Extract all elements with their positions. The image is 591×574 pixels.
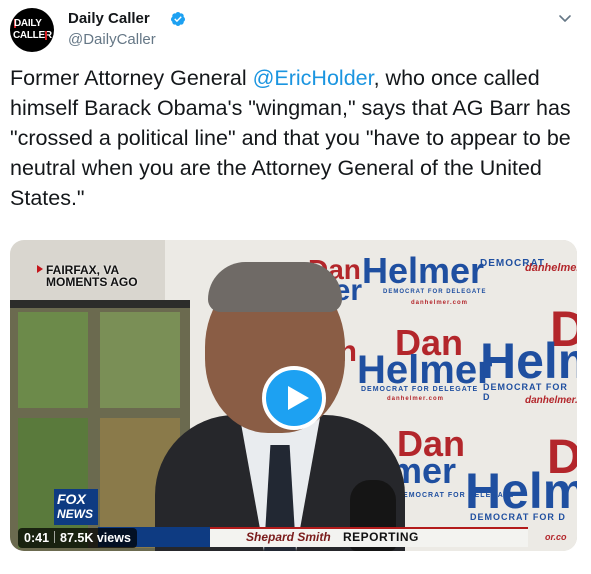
poster-text: DEMOCRAT FOR D [470, 512, 566, 522]
video-stats: 0:41 87.5K views [18, 528, 137, 548]
video-player[interactable]: Dan mer Helmer DEMOCRAT FOR DELEGATE dan… [10, 240, 577, 551]
tweet-text: Former Attorney General @EricHolder, who… [10, 63, 581, 213]
poster-text: or.co [545, 532, 567, 542]
tweet-text-start: Former Attorney General [10, 66, 253, 90]
account-handle[interactable]: @DailyCaller [68, 31, 156, 48]
avatar-text-line1: DAILY [14, 18, 42, 29]
window-pane [18, 312, 88, 408]
network-logo: FOX NEWS [54, 489, 98, 525]
anchor-suffix: REPORTING [343, 530, 419, 544]
window-frame [10, 300, 190, 308]
poster-text: Helmer [362, 250, 485, 291]
video-duration: 0:41 [24, 531, 50, 545]
network-logo-line2: NEWS [57, 507, 93, 521]
chevron-down-icon[interactable] [557, 10, 573, 26]
location-arrow-icon [37, 265, 43, 273]
display-name[interactable]: Daily Caller [68, 10, 150, 27]
location-line2: MOMENTS AGO [46, 275, 138, 289]
avatar-accent-2 [45, 31, 47, 40]
tweet-header: DAILY CALLER Daily Caller @DailyCaller [10, 8, 581, 52]
avatar[interactable]: DAILY CALLER [10, 8, 54, 52]
poster-text: DEMOCRAT FOR DELEGATE [383, 289, 487, 295]
poster-text: danhelmer.com [387, 396, 445, 402]
network-logo-line1: FOX [57, 491, 86, 507]
anchor-name: Shepard Smith [246, 530, 331, 544]
play-button[interactable] [262, 366, 326, 430]
stats-divider [54, 531, 56, 543]
mention-link[interactable]: @EricHolder [253, 66, 374, 90]
poster-text: danhelmer. [525, 262, 577, 274]
play-icon [288, 386, 309, 410]
verified-badge-icon [170, 12, 185, 26]
lower-third: Shepard Smith REPORTING [210, 527, 528, 547]
poster-text: danhelmer.co [525, 395, 577, 406]
video-views: 87.5K views [60, 531, 131, 545]
poster-text: DEMOCRAT FOR DELEGATE [361, 386, 479, 393]
window-pane [100, 312, 180, 408]
poster-text: danhelmer.com [411, 300, 469, 306]
person-hair [208, 262, 342, 312]
